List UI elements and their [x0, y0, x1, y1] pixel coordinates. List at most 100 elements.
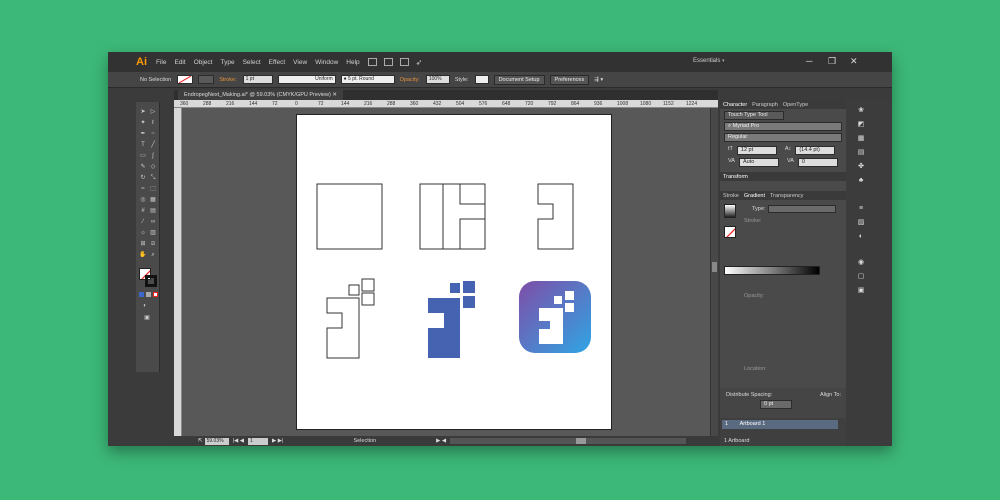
rotate-tool-icon[interactable]: ↻ [139, 174, 147, 182]
menu-edit[interactable]: Edit [174, 59, 185, 66]
menu-file[interactable]: File [156, 59, 166, 66]
pencil-tool-icon[interactable]: ✎ [139, 163, 147, 171]
menu-effect[interactable]: Effect [269, 59, 286, 66]
symbols-icon[interactable]: ♣ [856, 176, 866, 185]
vertical-scrollbar[interactable] [710, 108, 718, 436]
restore-button[interactable]: ❐ [828, 56, 836, 67]
font-size-field[interactable]: 12 pt [736, 146, 777, 155]
tab-character[interactable]: Character [723, 102, 747, 108]
menu-window[interactable]: Window [315, 59, 338, 66]
menu-view[interactable]: View [293, 59, 307, 66]
font-family-select[interactable]: ⌕ Myriad Pro [724, 122, 842, 131]
color-icon[interactable]: ▦ [856, 134, 866, 143]
variable-width-profile[interactable]: Uniform [277, 75, 336, 84]
mesh-tool-icon[interactable]: # [139, 207, 147, 215]
transform-panel-header[interactable]: Transform [720, 172, 846, 181]
h-scroll-thumb[interactable] [576, 438, 587, 444]
preferences-button[interactable]: Preferences [549, 74, 590, 85]
draw-mode-icon[interactable]: ◐ [141, 302, 149, 310]
kerning-field[interactable]: Auto [738, 158, 779, 167]
pen-tool-icon[interactable]: ✒ [139, 130, 147, 138]
zoom-field[interactable]: 59.03% [204, 437, 229, 445]
leading-field[interactable]: (14.4 pt) [795, 146, 836, 155]
eyedropper-icon[interactable]: ⁄ [139, 218, 147, 226]
tab-transparency[interactable]: Transparency [770, 193, 803, 199]
opacity-label[interactable]: Opacity: [400, 77, 420, 83]
layers-icon[interactable]: ▣ [856, 286, 866, 295]
lasso-icon[interactable]: ℓ [149, 119, 157, 127]
rectangle-tool-icon[interactable]: ▭ [139, 152, 147, 160]
selection-tool-icon[interactable]: ➤ [139, 108, 147, 116]
stroke-swatch[interactable] [198, 75, 215, 84]
workspace-switcher[interactable]: Essentials ▾ [693, 58, 725, 64]
slice-tool-icon[interactable]: ⧄ [149, 240, 157, 248]
transparency-icon[interactable]: ◐ [856, 232, 866, 241]
brushes-icon[interactable]: ✤ [856, 162, 866, 171]
scroll-thumb[interactable] [712, 262, 717, 272]
none-mode-icon[interactable] [153, 292, 158, 297]
minimize-button[interactable]: ─ [806, 56, 812, 66]
fill-swatch[interactable] [177, 75, 194, 84]
menu-help[interactable]: Help [346, 59, 359, 66]
gradient-tool-icon[interactable]: ▤ [149, 207, 157, 215]
tab-paragraph[interactable]: Paragraph [752, 102, 778, 108]
graph-tool-icon[interactable]: ▥ [149, 229, 157, 237]
close-button[interactable]: ✕ [850, 56, 858, 67]
gradient-panel-icon[interactable]: ▨ [856, 218, 866, 227]
scale-tool-icon[interactable]: ⤡ [149, 174, 157, 182]
first-artboard-icon[interactable]: |◀ ◀ [233, 438, 244, 444]
paintbrush-icon[interactable]: ∫ [149, 152, 157, 160]
gradient-mode-icon[interactable] [146, 292, 151, 297]
next-artboard-icon[interactable]: ▶ ▶| [272, 438, 283, 444]
artboard-row[interactable]: 1 Artboard 1 [722, 420, 838, 429]
brush-definition[interactable]: ● 5 pt. Round [340, 75, 395, 84]
zoom-menu-icon[interactable]: ⇱ [198, 438, 203, 444]
canvas-area[interactable] [182, 108, 710, 436]
document-tab[interactable]: EndropegNext_Making.ai* @ 59.03% (CMYK/G… [178, 90, 343, 100]
tab-stroke[interactable]: Stroke [723, 193, 739, 199]
type-tool-icon[interactable]: T [139, 141, 147, 149]
font-style-select[interactable]: Regular [724, 133, 842, 142]
zoom-tool-icon[interactable]: ⌕ [149, 251, 157, 259]
no-fill-swatch[interactable] [724, 226, 736, 238]
color-mode-icon[interactable] [139, 292, 144, 297]
color-guide-icon[interactable]: ❀ [856, 106, 866, 115]
opacity-field[interactable]: 100% [425, 75, 450, 84]
fill-stroke-swatch[interactable] [139, 268, 157, 288]
gradient-slider[interactable] [724, 266, 820, 275]
gpu-rocket-icon[interactable]: ➶ [416, 58, 423, 67]
width-tool-icon[interactable]: ≈ [139, 185, 147, 193]
screen-mode-icon[interactable]: ▣ [143, 314, 151, 322]
arrange-documents-icon[interactable] [399, 58, 409, 66]
menu-select[interactable]: Select [243, 59, 261, 66]
gradient-preview-swatch[interactable] [724, 204, 736, 218]
shape-builder-icon[interactable]: ◎ [139, 196, 147, 204]
tab-gradient[interactable]: Gradient [744, 193, 765, 199]
arrange-icon[interactable]: ⇶ ▾ [594, 77, 603, 83]
libraries-icon[interactable]: ◩ [856, 120, 866, 129]
graphic-style-swatch[interactable] [474, 75, 489, 84]
tracking-field[interactable]: 0 [797, 158, 838, 167]
tab-opentype[interactable]: OpenType [783, 102, 808, 108]
artboard-tool-icon[interactable]: ⊞ [139, 240, 147, 248]
stroke-weight-field[interactable]: 1 pt [242, 75, 273, 84]
artboard-number-field[interactable]: 1 [248, 437, 269, 445]
document-setup-button[interactable]: Document Setup [493, 74, 545, 85]
free-transform-icon[interactable]: ⬚ [149, 185, 157, 193]
touch-type-button[interactable]: Touch Type Tool [724, 111, 784, 120]
symbol-sprayer-icon[interactable]: ☼ [139, 229, 147, 237]
perspective-grid-icon[interactable]: ▦ [149, 196, 157, 204]
blend-tool-icon[interactable]: ∞ [149, 218, 157, 226]
status-menu-icon[interactable]: ▶ ◀ [436, 438, 446, 444]
bridge-icon[interactable] [367, 58, 377, 66]
swatches-icon[interactable]: ▤ [856, 148, 866, 157]
curvature-tool-icon[interactable]: ~ [149, 130, 157, 138]
graphic-styles-icon[interactable]: ▢ [856, 272, 866, 281]
horizontal-scrollbar[interactable] [450, 438, 687, 444]
magic-wand-icon[interactable]: ✦ [139, 119, 147, 127]
line-tool-icon[interactable]: ╱ [149, 141, 157, 149]
stroke-panel-icon[interactable]: ≡ [856, 204, 866, 213]
stroke-label[interactable]: Stroke: [219, 77, 236, 83]
eraser-tool-icon[interactable]: ◇ [149, 163, 157, 171]
artboard[interactable] [296, 114, 612, 430]
